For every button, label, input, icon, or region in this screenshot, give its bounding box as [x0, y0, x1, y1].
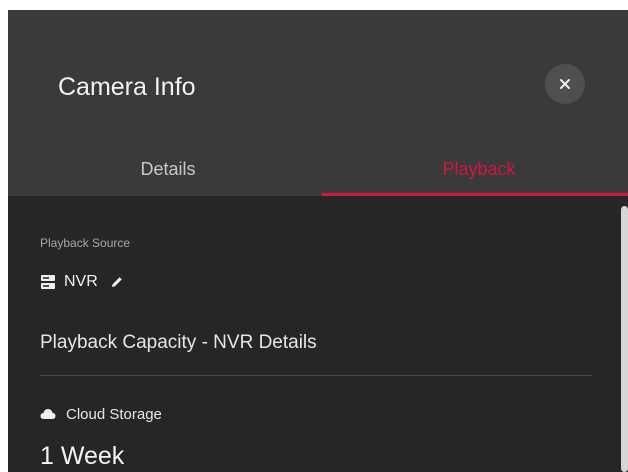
tab-details[interactable]: Details — [13, 156, 323, 196]
playback-source-row: NVR — [40, 272, 124, 292]
tab-playback[interactable]: Playback — [324, 156, 628, 196]
cloud-storage-row: Cloud Storage — [40, 404, 162, 424]
cloud-storage-label: Cloud Storage — [66, 405, 162, 423]
cloud-storage-value: 1 Week — [40, 442, 125, 470]
pencil-icon[interactable] — [110, 275, 124, 289]
camera-info-panel: Camera Info Details Playback Playback So… — [8, 10, 628, 472]
playback-capacity-heading: Playback Capacity - NVR Details — [40, 332, 317, 353]
panel-title: Camera Info — [58, 73, 196, 101]
divider — [40, 375, 592, 376]
panel-header: Camera Info Details Playback — [8, 10, 628, 196]
playback-source-value: NVR — [64, 273, 98, 290]
cloud-icon — [40, 408, 56, 420]
scrollbar[interactable] — [621, 206, 628, 472]
close-button[interactable] — [545, 64, 585, 104]
server-icon — [40, 274, 56, 290]
playback-source-label: Playback Source — [40, 236, 131, 250]
close-icon — [559, 78, 571, 90]
